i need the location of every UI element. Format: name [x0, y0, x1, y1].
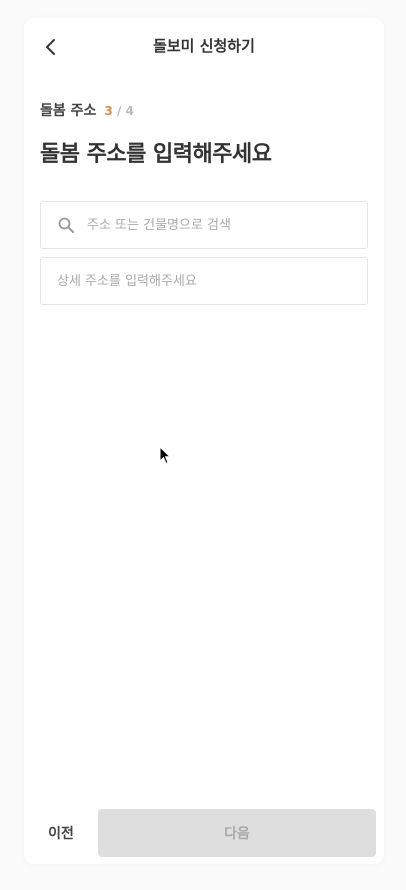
page-title: 돌봄 주소를 입력해주세요 — [40, 142, 272, 167]
step-label: 돌봄 주소 — [40, 103, 97, 119]
app-card: 돌보미 신청하기 돌봄 주소 3 / 4 돌봄 주소를 입력해주세요 이전 다음 — [24, 18, 384, 864]
step-total: 4 — [125, 104, 134, 118]
prev-button[interactable]: 이전 — [32, 809, 90, 857]
mouse-cursor — [159, 445, 172, 470]
address-search-field[interactable] — [40, 201, 368, 249]
step-separator: / — [116, 104, 122, 118]
step-indicator: 돌봄 주소 3 / 4 — [40, 100, 134, 120]
detail-address-field[interactable] — [40, 257, 368, 305]
address-search-input[interactable] — [87, 202, 367, 248]
next-button[interactable]: 다음 — [98, 809, 376, 857]
step-count: 3 / 4 — [104, 104, 133, 118]
step-current: 3 — [104, 104, 113, 118]
search-icon — [57, 216, 75, 234]
header-title: 돌보미 신청하기 — [153, 37, 255, 55]
footer: 이전 다음 — [24, 809, 384, 857]
header: 돌보미 신청하기 — [24, 18, 384, 74]
detail-address-input[interactable] — [41, 258, 367, 304]
